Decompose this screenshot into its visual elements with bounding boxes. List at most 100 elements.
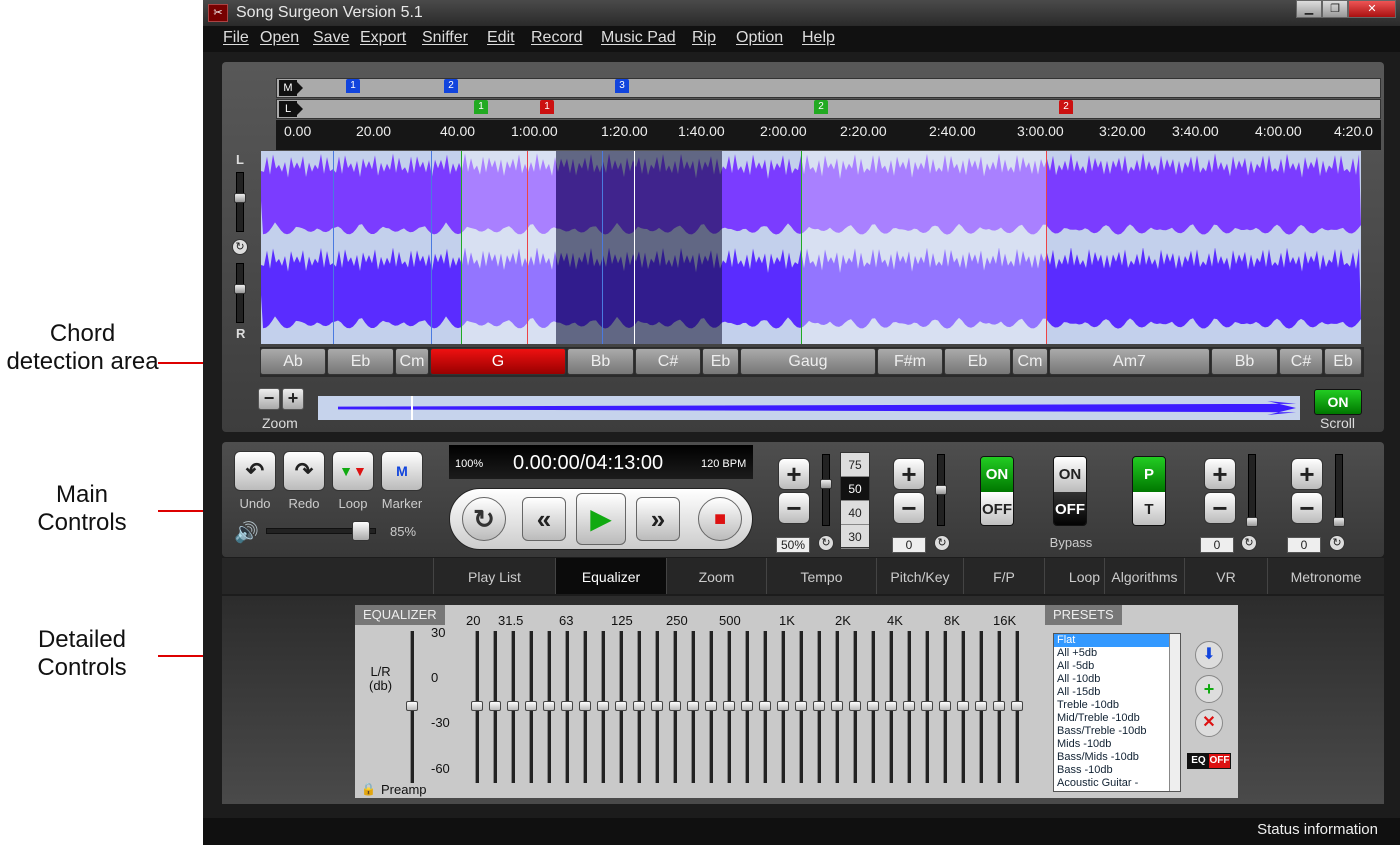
tempo-preset[interactable]: 50 [841, 477, 869, 501]
tempo-reset-icon[interactable]: ↻ [818, 535, 834, 551]
metronome-slider[interactable] [1333, 454, 1345, 527]
eq-band-knob[interactable] [687, 701, 699, 711]
eq-band-slider[interactable] [831, 631, 843, 783]
preamp-slider[interactable] [406, 631, 418, 783]
eq-band-knob[interactable] [831, 701, 843, 711]
eq-band-knob[interactable] [1011, 701, 1023, 711]
eq-band-knob[interactable] [525, 701, 537, 711]
chord-cell[interactable]: Am7 [1049, 348, 1210, 375]
tempo-slider[interactable] [820, 454, 832, 526]
eq-band-knob[interactable] [561, 701, 573, 711]
menu-music-pad[interactable]: Music Pad [601, 29, 676, 47]
eq-band-slider[interactable] [957, 631, 969, 783]
eq-band-knob[interactable] [615, 701, 627, 711]
eq-band-slider[interactable] [903, 631, 915, 783]
metronome-down-button[interactable]: − [1291, 492, 1323, 524]
eq-band-slider[interactable] [543, 631, 555, 783]
l-marker-row[interactable]: L [276, 99, 1381, 119]
left-level-slider[interactable] [234, 172, 246, 232]
undo-button[interactable]: ↶ [234, 451, 276, 491]
lock-icon[interactable]: 🔒 [361, 782, 376, 796]
eq-band-knob[interactable] [543, 701, 555, 711]
menu-edit[interactable]: Edit [487, 29, 515, 47]
preset-item[interactable]: Bass/Treble -10db [1054, 725, 1180, 738]
menu-save[interactable]: Save [313, 29, 349, 47]
fast-rewind-button[interactable]: « [522, 497, 566, 541]
eq-band-slider[interactable] [975, 631, 987, 783]
eq-band-slider[interactable] [885, 631, 897, 783]
presets-scrollbar[interactable] [1169, 634, 1180, 791]
vr-reset-icon[interactable]: ↻ [1241, 535, 1257, 551]
zoom-out-button[interactable]: − [258, 388, 280, 410]
eq-band-knob[interactable] [885, 701, 897, 711]
eq-band-knob[interactable] [507, 701, 519, 711]
vr-slider[interactable] [1246, 454, 1258, 527]
pitch-slider[interactable] [935, 454, 947, 526]
eq-band-slider[interactable] [561, 631, 573, 783]
play-button[interactable]: ▶ [576, 493, 626, 545]
algorithm-toggle[interactable]: P T [1132, 456, 1166, 526]
preset-item[interactable]: All -15db [1054, 686, 1180, 699]
preamp-knob[interactable] [406, 701, 418, 711]
chord-cell[interactable]: Eb [702, 348, 739, 375]
eq-band-knob[interactable] [651, 701, 663, 711]
eq-band-knob[interactable] [489, 701, 501, 711]
close-button[interactable]: ✕ [1348, 0, 1396, 18]
metronome-up-button[interactable]: + [1291, 458, 1323, 490]
chord-cell[interactable]: Eb [944, 348, 1011, 375]
preset-item[interactable]: All -5db [1054, 660, 1180, 673]
stop-button[interactable]: ■ [698, 497, 742, 541]
eq-band-knob[interactable] [777, 701, 789, 711]
speaker-icon[interactable]: 🔊 [234, 520, 259, 545]
rewind-start-button[interactable]: ↻ [462, 497, 506, 541]
chord-cell[interactable]: Cm [1012, 348, 1048, 375]
tab-metronome[interactable]: Metronome [1267, 558, 1384, 594]
eq-band-slider[interactable] [759, 631, 771, 783]
preset-item[interactable]: Acoustic Guitar - [1054, 777, 1180, 790]
chord-cell[interactable]: Eb [327, 348, 394, 375]
volume-slider[interactable] [266, 521, 376, 541]
eq-band-slider[interactable] [777, 631, 789, 783]
eq-band-slider[interactable] [579, 631, 591, 783]
eq-band-slider[interactable] [507, 631, 519, 783]
eq-band-slider[interactable] [921, 631, 933, 783]
overview-waveform[interactable] [318, 396, 1300, 420]
timeline-marker[interactable]: 3 [615, 79, 629, 93]
chord-cell[interactable]: Bb [1211, 348, 1278, 375]
eq-band-slider[interactable] [669, 631, 681, 783]
menu-file[interactable]: File [223, 29, 249, 47]
preset-item[interactable]: Mids -10db [1054, 738, 1180, 751]
eq-band-knob[interactable] [813, 701, 825, 711]
menu-open[interactable]: Open [260, 29, 299, 47]
eq-band-slider[interactable] [741, 631, 753, 783]
chord-cell[interactable]: Gaug [740, 348, 876, 375]
eq-band-knob[interactable] [669, 701, 681, 711]
chord-cell[interactable]: Bb [567, 348, 634, 375]
preset-item[interactable]: All +5db [1054, 647, 1180, 660]
maximize-button[interactable]: ❐ [1322, 0, 1348, 18]
eq-band-knob[interactable] [921, 701, 933, 711]
eq-band-slider[interactable] [633, 631, 645, 783]
right-level-slider[interactable] [234, 263, 246, 323]
tab-algorithms[interactable]: Algorithms [1104, 558, 1184, 594]
eq-band-knob[interactable] [975, 701, 987, 711]
presets-list[interactable]: Flat All +5db All -5db All -10db All -15db Tr… [1053, 633, 1181, 792]
metronome-reset-icon[interactable]: ↻ [1329, 535, 1345, 551]
tab-vr[interactable]: VR [1184, 558, 1267, 594]
eq-toggle-button[interactable]: EQ OFF [1187, 753, 1231, 769]
eq-band-slider[interactable] [795, 631, 807, 783]
tempo-preset[interactable]: 30 [841, 525, 869, 549]
tab-play-list[interactable]: Play List [433, 558, 555, 594]
menu-sniffer[interactable]: Sniffer [422, 29, 468, 47]
chord-cell[interactable]: G [430, 348, 566, 375]
eq-band-knob[interactable] [597, 701, 609, 711]
zoom-in-button[interactable]: + [282, 388, 304, 410]
tempo-down-button[interactable]: − [778, 492, 810, 524]
eq-band-slider[interactable] [993, 631, 1005, 783]
channel-reset-icon[interactable]: ↻ [232, 239, 248, 255]
eq-band-slider[interactable] [813, 631, 825, 783]
preset-item[interactable]: Bass/Mids -10db [1054, 751, 1180, 764]
load-preset-icon[interactable]: ⬇ [1195, 641, 1223, 669]
eq-band-knob[interactable] [957, 701, 969, 711]
fp-toggle[interactable]: ON OFF [980, 456, 1014, 526]
